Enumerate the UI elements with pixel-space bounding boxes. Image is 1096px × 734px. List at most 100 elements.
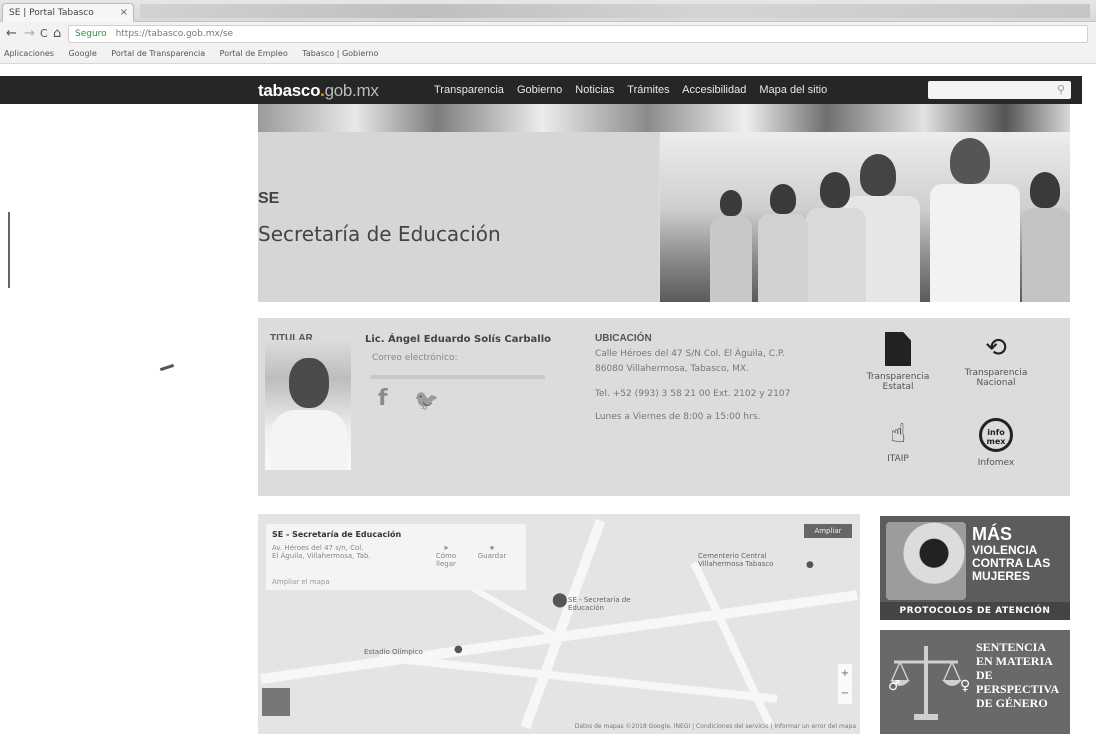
tab-close-icon[interactable]: × bbox=[120, 7, 128, 18]
directions-button[interactable]: ➤ Cómo llegar bbox=[426, 544, 466, 568]
photo-figure bbox=[950, 138, 990, 184]
map-zoom-control: + − bbox=[838, 664, 852, 704]
scan-mark bbox=[159, 363, 175, 372]
bookmark-item[interactable]: Google bbox=[69, 49, 97, 58]
save-place-button[interactable]: ★ Guardar bbox=[472, 544, 512, 560]
save-label: Guardar bbox=[477, 552, 507, 560]
tabstrip-background bbox=[140, 4, 1090, 18]
violence-protocols-banner[interactable]: MÁS VIOLENCIA CONTRA LAS MUJERES PROTOCO… bbox=[880, 516, 1070, 620]
logo-text: tabasco bbox=[258, 81, 321, 100]
directions-label: Cómo llegar bbox=[435, 552, 457, 568]
infomex-link[interactable]: info mex Infomex bbox=[956, 418, 1036, 468]
ubicacion-label: UBICACIÓN bbox=[595, 333, 652, 344]
email-link[interactable] bbox=[370, 375, 545, 379]
zoom-in-button[interactable]: + bbox=[838, 664, 852, 684]
photo-figure bbox=[770, 184, 796, 214]
bookmark-item[interactable]: Tabasco | Gobierno bbox=[302, 49, 378, 58]
map-poi-cemetery[interactable]: Cementerio Central Villahermosa Tabasco bbox=[698, 552, 808, 568]
nav-transparencia[interactable]: Transparencia bbox=[434, 84, 504, 96]
browser-toolbar: ← → C ⌂ Seguro https://tabasco.gob.mx/se bbox=[0, 22, 1096, 46]
gender-perspective-banner[interactable]: ♂ ♀ SENTENCIA EN MATERIA DE PERSPECTIVA … bbox=[880, 630, 1070, 734]
hero-title-area: SE Secretaría de Educación bbox=[258, 132, 658, 302]
banner-line: SENTENCIA bbox=[976, 640, 1047, 654]
banner-text: MÁS VIOLENCIA CONTRA LAS MUJERES bbox=[972, 524, 1050, 583]
link-label: Infomex bbox=[977, 458, 1015, 468]
map-footer: Datos de mapas ©2018 Google, INEGI | Con… bbox=[574, 723, 856, 730]
address-line: Calle Héroes del 47 S/N Col. El Águila, … bbox=[595, 349, 785, 359]
hours-line: Lunes a Viernes de 8:00 a 15:00 hrs. bbox=[595, 412, 761, 422]
map-expand-button[interactable]: Ampliar bbox=[804, 524, 852, 538]
photo-figure bbox=[820, 172, 850, 208]
map-place-address: Av. Héroes del 47 s/n, Col. El Águila, V… bbox=[272, 544, 371, 560]
home-icon[interactable]: ⌂ bbox=[53, 26, 61, 41]
browser-tabstrip: SE | Portal Tabasco × bbox=[0, 0, 1096, 22]
phone-line: Tel. +52 (993) 3 58 21 00 Ext. 2102 y 21… bbox=[595, 389, 791, 399]
bookmark-item[interactable]: Aplicaciones bbox=[4, 49, 54, 58]
link-label: Transparencia bbox=[866, 372, 930, 382]
secure-label: Seguro bbox=[75, 29, 107, 39]
nav-gobierno[interactable]: Gobierno bbox=[517, 84, 562, 96]
male-symbol-icon: ♂ bbox=[888, 678, 901, 694]
photo-figure bbox=[930, 184, 1020, 302]
transparencia-estatal-link[interactable]: Transparencia Estatal bbox=[858, 332, 938, 392]
infomex-icon: info mex bbox=[979, 418, 1013, 452]
facebook-icon[interactable]: f bbox=[378, 386, 388, 411]
agency-info-panel: TITULAR Lic. Ángel Eduardo Solís Carball… bbox=[258, 318, 1070, 496]
hero-banner: SE Secretaría de Educación bbox=[258, 104, 1070, 302]
reload-icon[interactable]: C bbox=[40, 27, 48, 40]
agency-name: Secretaría de Educación bbox=[258, 222, 501, 246]
address-line: 86080 Villahermosa, Tabasco, MX. bbox=[595, 364, 749, 374]
photo-figure bbox=[1030, 172, 1060, 208]
map-pin-label: SE - Secretaría de Educación bbox=[568, 596, 631, 612]
poi-marker-icon: ● bbox=[454, 644, 463, 655]
address-bar[interactable]: Seguro https://tabasco.gob.mx/se bbox=[68, 25, 1088, 43]
zoom-out-button[interactable]: − bbox=[838, 684, 852, 704]
email-label: Correo electrónico: bbox=[372, 353, 458, 363]
titular-photo bbox=[265, 340, 351, 470]
back-icon[interactable]: ← bbox=[6, 26, 17, 41]
site-navbar: tabasco.gob.mx Transparencia Gobierno No… bbox=[0, 76, 1082, 104]
site-logo[interactable]: tabasco.gob.mx bbox=[258, 81, 379, 101]
photo-figure bbox=[710, 216, 752, 302]
poi-marker-icon: ● bbox=[806, 560, 814, 570]
map-pin-icon[interactable]: ⬤ bbox=[552, 592, 568, 608]
map-poi-stadium[interactable]: Estadio Olímpico bbox=[364, 648, 423, 656]
transparency-logo-icon: ⟲ bbox=[985, 333, 1007, 363]
hero-top-photo bbox=[258, 104, 1070, 132]
twitter-icon[interactable]: 🐦 bbox=[414, 388, 439, 412]
page-edge-mark bbox=[8, 212, 10, 288]
logo-domain: gob.mx bbox=[324, 81, 379, 100]
bookmarks-bar: Aplicaciones Google Portal de Transparen… bbox=[0, 46, 1096, 64]
portrait-body bbox=[271, 410, 347, 470]
female-symbol-icon: ♀ bbox=[960, 678, 971, 694]
photo-figure bbox=[1022, 208, 1070, 302]
banner-line: DE PERSPECTIVA bbox=[976, 668, 1060, 696]
google-map[interactable]: SE - Secretaría de Educación Av. Héroes … bbox=[258, 514, 860, 734]
photo-figure bbox=[758, 214, 808, 302]
save-icon: ★ bbox=[488, 544, 496, 552]
nav-noticias[interactable]: Noticias bbox=[575, 84, 614, 96]
nav-tramites[interactable]: Trámites bbox=[627, 84, 669, 96]
photo-figure bbox=[860, 154, 896, 196]
itaip-logo-icon: ☝ bbox=[890, 419, 906, 449]
nav-mapa-del-sitio[interactable]: Mapa del sitio bbox=[759, 84, 827, 96]
browser-tab[interactable]: SE | Portal Tabasco × bbox=[2, 3, 134, 22]
directions-icon: ➤ bbox=[443, 544, 449, 552]
site-search-input[interactable]: ⚲ bbox=[928, 81, 1071, 99]
tab-title: SE | Portal Tabasco bbox=[9, 8, 94, 18]
url-text: https://tabasco.gob.mx/se bbox=[115, 29, 234, 39]
transparencia-nacional-link[interactable]: ⟲ Transparencia Nacional bbox=[956, 332, 1036, 388]
satellite-toggle[interactable] bbox=[262, 688, 290, 716]
enlarge-map-link[interactable]: Ampliar el mapa bbox=[272, 578, 330, 586]
map-info-card: SE - Secretaría de Educación Av. Héroes … bbox=[266, 524, 526, 590]
nav-accesibilidad[interactable]: Accesibilidad bbox=[682, 84, 746, 96]
bookmark-item[interactable]: Portal de Transparencia bbox=[111, 49, 205, 58]
bookmark-item[interactable]: Portal de Empleo bbox=[220, 49, 288, 58]
banner-face-image bbox=[886, 522, 966, 600]
agency-code: SE bbox=[258, 190, 280, 207]
banner-text: SENTENCIA EN MATERIA DE PERSPECTIVA DE G… bbox=[976, 640, 1070, 710]
link-label: Estatal bbox=[882, 382, 914, 392]
search-icon[interactable]: ⚲ bbox=[1057, 83, 1065, 96]
itaip-link[interactable]: ☝ ITAIP bbox=[858, 418, 938, 464]
forward-icon[interactable]: → bbox=[24, 26, 35, 41]
